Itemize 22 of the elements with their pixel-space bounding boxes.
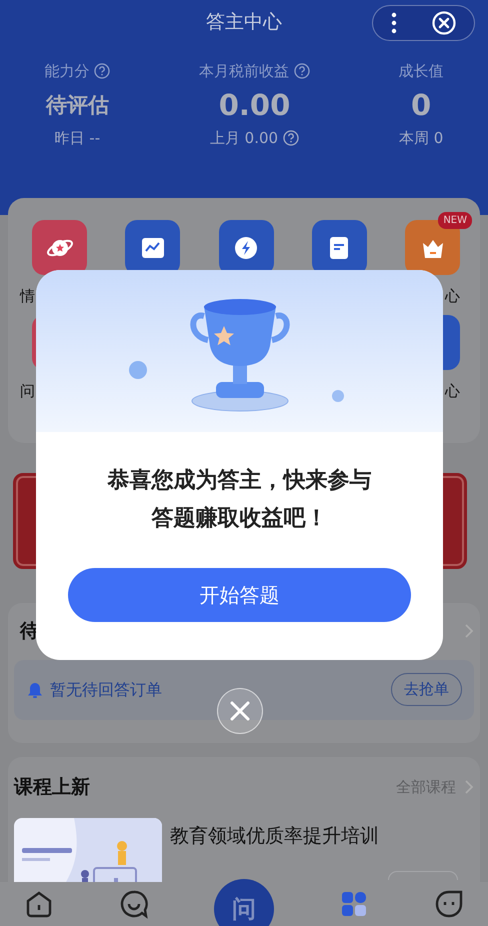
dialog-message: 恭喜您成为答主，快来参与答题赚取收益吧！ — [106, 466, 372, 533]
stat-subtext: 本周 0 — [398, 128, 444, 148]
stat-label: 成长值 — [398, 61, 444, 82]
new-badge: NEW — [438, 212, 472, 229]
tool-label: 心 — [445, 287, 460, 305]
stat-value: 待评估 — [46, 92, 109, 118]
stat-value: 0.00 — [218, 86, 290, 124]
grab-order-button[interactable]: 去抢单 — [391, 673, 462, 706]
stat-value: 0 — [411, 86, 432, 124]
notice-text: 暂无待回答订单 — [50, 678, 162, 700]
stat-label: 本月税前收益 — [198, 61, 289, 82]
stat-subtext: 昨日 -- — [54, 128, 100, 148]
tool-label: 情 — [20, 287, 35, 305]
start-answering-button[interactable]: 开始答题 — [68, 568, 411, 622]
stat-label: 能力分 — [44, 61, 90, 82]
course-title[interactable]: 教育领域优质率提升培训 — [170, 818, 379, 850]
stat-subtext: 上月 0.00 — [210, 128, 278, 148]
page-title: 答主中心 — [206, 10, 282, 35]
section-title: 课程上新 — [14, 775, 90, 800]
ask-tab[interactable]: 问 — [214, 879, 274, 926]
tool-label: 心 — [445, 382, 460, 400]
tool-label: 问 — [20, 382, 35, 400]
